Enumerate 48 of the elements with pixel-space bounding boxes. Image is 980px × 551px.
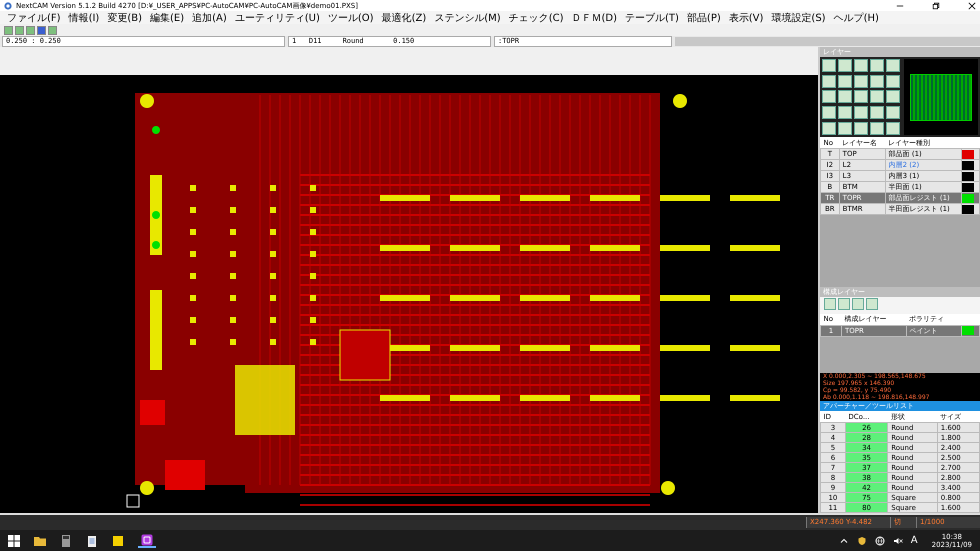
menu-item[interactable]: ステンシル(M) [431,10,504,24]
layer-tool-button[interactable] [886,122,900,135]
notepad-icon[interactable] [86,534,98,546]
menu-item[interactable]: 部品(P) [684,10,724,24]
layer-tool-button[interactable] [886,106,900,120]
layer-tool-button[interactable] [870,90,884,104]
layer-tool-button[interactable] [870,74,884,88]
speaker-muted-icon[interactable] [892,536,903,546]
folder-icon[interactable] [34,534,46,546]
menu-item[interactable]: 最適化(Z) [378,10,430,24]
close-icon[interactable] [968,2,976,10]
sticky-note-icon[interactable] [112,534,124,546]
layer-tool-button[interactable] [870,106,884,120]
input-method-indicator[interactable]: A [910,535,918,546]
calculator-icon[interactable] [60,534,72,546]
layer-tool-button[interactable] [870,122,884,135]
menu-item[interactable]: テーブル(T) [622,10,682,24]
layer-tool-button[interactable] [822,122,836,135]
menu-item[interactable]: ファイル(F) [4,10,64,24]
menu-item[interactable]: ツール(O) [324,10,377,24]
start-icon[interactable] [8,534,20,546]
layer-tool-button[interactable] [822,74,836,88]
restore-icon[interactable] [932,2,940,10]
layer-tool-button[interactable] [854,122,868,135]
menu-item[interactable]: 情報(I) [66,10,102,24]
layer-tool-button[interactable] [886,90,900,104]
menu-item[interactable]: ヘルプ(H) [830,10,882,24]
layer-tool-button[interactable] [854,106,868,120]
menu-item[interactable]: チェック(C) [506,10,566,24]
shield-icon[interactable] [856,536,867,546]
menu-item[interactable]: ＤＦＭ(D) [568,10,620,24]
menu-item[interactable]: 変更(B) [104,10,145,24]
layer-tool-button[interactable] [838,106,852,120]
menu-item[interactable]: 表示(V) [726,10,766,24]
layer-tool-button[interactable] [886,74,900,88]
menu-item[interactable]: 追加(A) [189,10,230,24]
layer-tool-button[interactable] [838,122,852,135]
menu-item[interactable]: 環境設定(S) [768,10,829,24]
app-icon[interactable] [138,534,156,548]
layer-tool-button[interactable] [854,74,868,88]
layer-tool-button[interactable] [838,74,852,88]
layer-tool-button[interactable] [854,90,868,104]
layer-tool-button[interactable] [838,90,852,104]
menu-item[interactable]: 編集(E) [147,10,188,24]
menu-item[interactable]: ユーティリティ(U) [232,10,323,24]
layer-tool-button[interactable] [822,90,836,104]
globe-icon[interactable] [874,536,885,546]
layer-tool-button[interactable] [822,106,836,120]
